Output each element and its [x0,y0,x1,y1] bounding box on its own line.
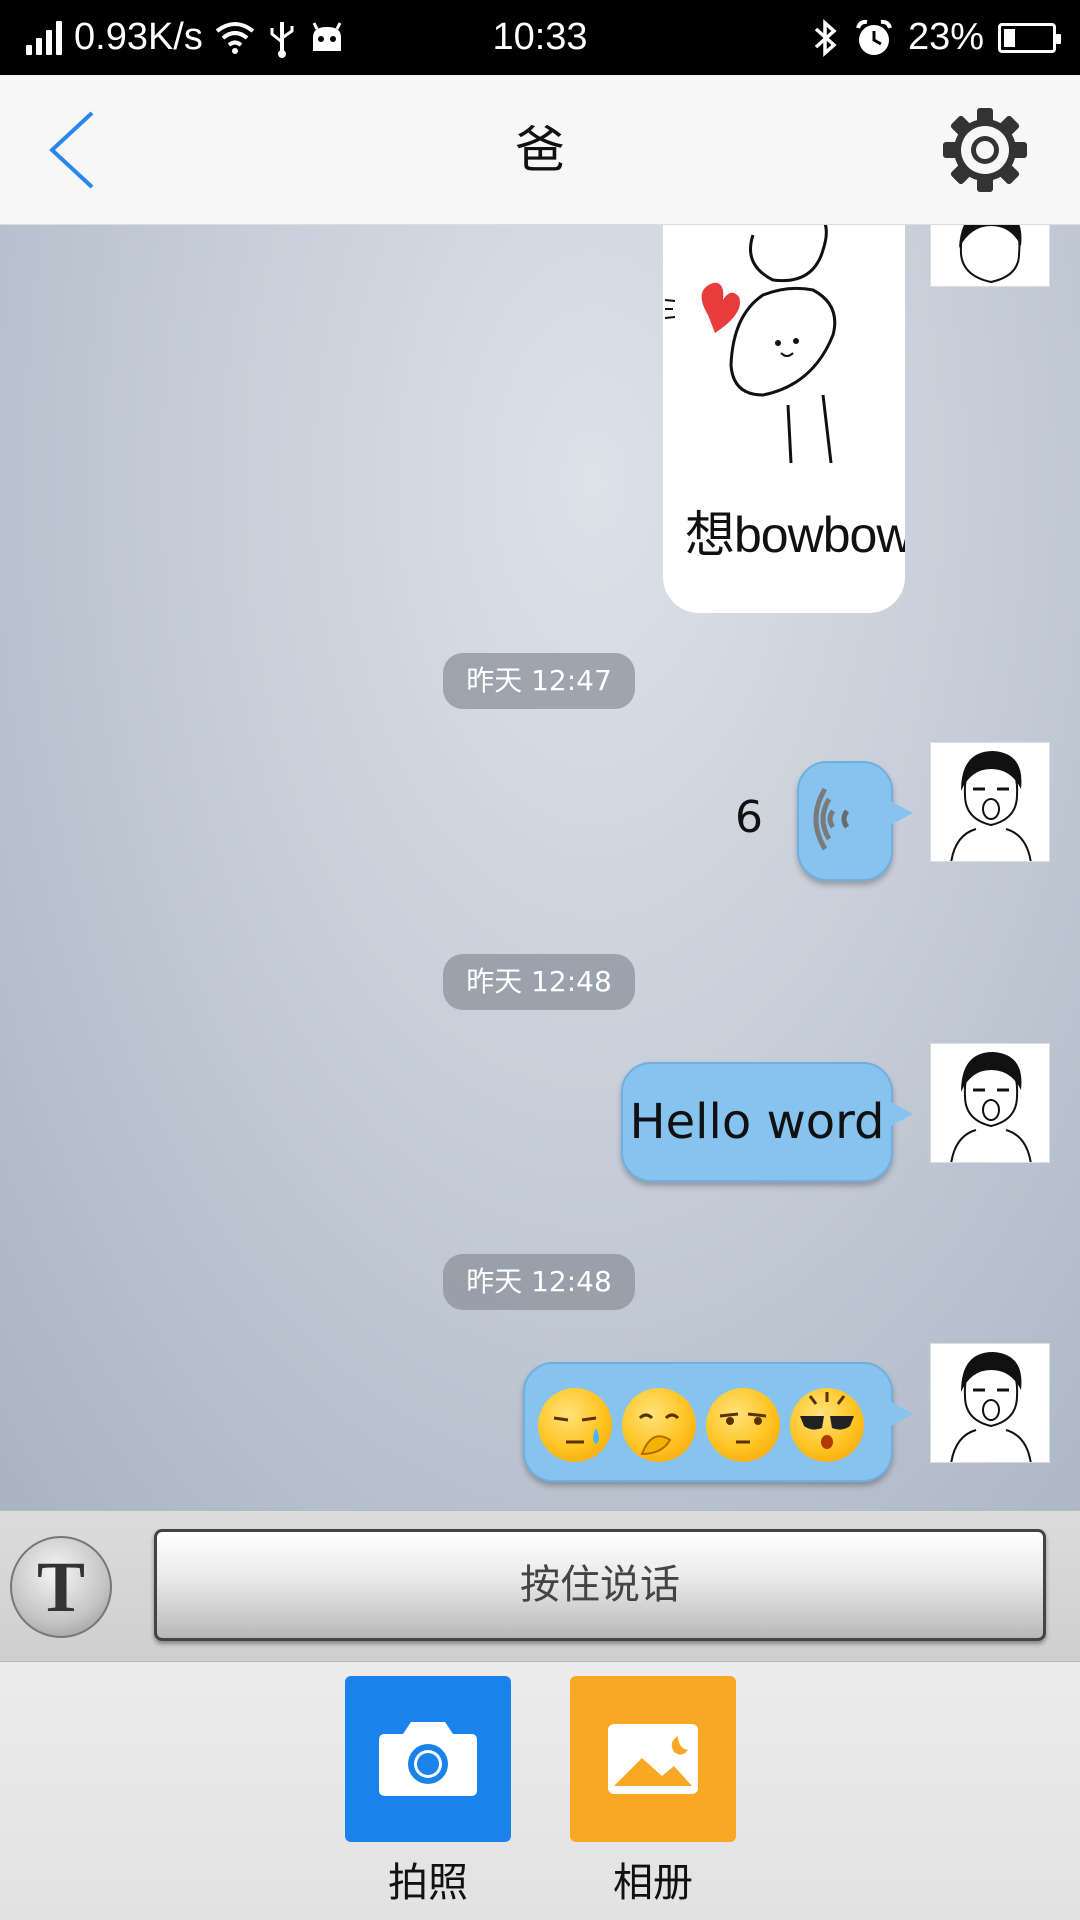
avatar-image [931,1044,1049,1162]
yawn-emoji-icon [622,1388,696,1462]
battery-icon [998,22,1061,53]
bluetooth-icon [814,18,837,57]
keyboard-toggle-button[interactable]: T [10,1536,112,1638]
settings-button[interactable] [940,105,1030,195]
sticker-drawing [664,225,837,464]
avatar-image [931,225,1049,286]
timestamp: 昨天 12:48 [443,954,635,1010]
status-right: 23% [810,0,1061,75]
message-list[interactable]: 想bowbow你 昨天 12:47 6 昨天 12:48 [0,225,1080,1510]
push-to-talk-button[interactable]: 按住说话 [154,1529,1046,1641]
network-speed: 0.93K/s [74,16,203,58]
text-message-bubble[interactable]: Hello word [621,1062,913,1182]
usb-icon [270,21,294,58]
status-left: 0.93K/s [26,0,345,75]
album-button[interactable] [570,1676,736,1842]
wifi-icon [215,21,255,54]
timestamp: 昨天 12:47 [443,653,635,709]
timestamp: 昨天 12:48 [443,1254,635,1310]
input-bar: T 按住说话 [0,1510,1080,1662]
signal-icon [26,20,62,55]
push-to-talk-label: 按住说话 [520,1562,680,1608]
text-mode-icon: T [36,1547,86,1627]
avatar[interactable] [930,1343,1050,1463]
voice-message-bubble[interactable] [797,761,913,881]
battery-percent: 23% [907,16,984,58]
cool-emoji-icon [790,1388,864,1462]
status-bar: 0.93K/s 10:33 23% [0,0,1080,75]
page-title: 爸 [515,121,565,179]
avatar[interactable] [930,742,1050,862]
emoji-message-bubble[interactable] [523,1362,913,1482]
chat-header: 爸 [0,75,1080,225]
avatar[interactable] [930,225,1050,287]
camera-icon [379,1722,477,1796]
gear-icon [943,108,1027,192]
android-icon [312,21,342,51]
album-label: 相册 [613,1860,693,1906]
back-button[interactable] [40,105,110,195]
avatar[interactable] [930,1043,1050,1163]
image-icon [608,1724,698,1794]
voice-duration: 6 [735,792,763,843]
image-message[interactable]: 想bowbow你 [663,225,905,613]
avatar-image [931,1344,1049,1462]
camera-button[interactable] [345,1676,511,1842]
avatar-image [931,743,1049,861]
attachment-panel: 拍照 相册 [0,1662,1080,1920]
sweat-emoji-icon [538,1388,612,1462]
sticker-caption: 想bowbow你 [685,507,905,563]
message-text: Hello word [629,1094,885,1150]
chevron-left-icon [49,111,94,189]
voice-wave-icon [813,787,850,851]
camera-label: 拍照 [388,1860,468,1906]
alarm-icon [856,19,892,55]
smirk-emoji-icon [706,1388,780,1462]
